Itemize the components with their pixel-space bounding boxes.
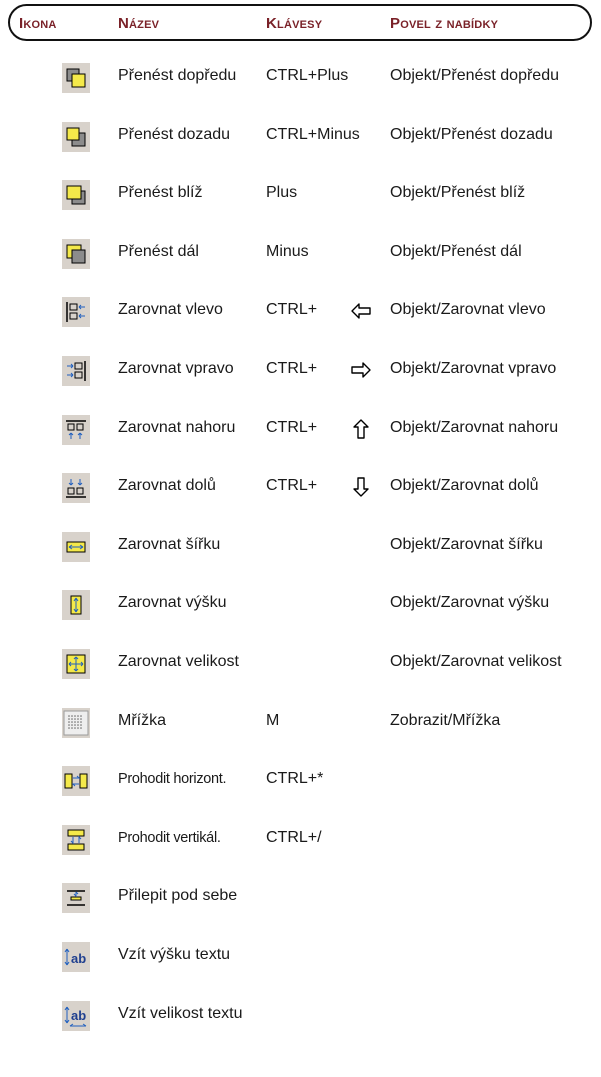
command-name: Zarovnat šířku <box>118 535 221 553</box>
header-icon: Ikona <box>19 15 57 32</box>
command-name: Prohodit vertikál. <box>118 829 221 846</box>
shortcut-keys: Plus <box>266 184 298 202</box>
header-menu: Povel z nabídky <box>390 15 499 32</box>
svg-text:ab: ab <box>71 1008 86 1023</box>
command-name: Zarovnat vpravo <box>118 360 234 377</box>
menu-command: Objekt/Přenést dopředu <box>390 67 559 84</box>
text-height-icon: ab <box>62 942 90 972</box>
shortcut-keys: CTRL+ <box>266 418 318 436</box>
command-name: Prohodit horizont. <box>118 771 227 788</box>
table-row: Zarovnat velikost Objekt/Zarovnat velikos… <box>0 644 601 690</box>
command-name: Vzít velikost textu <box>118 1004 243 1022</box>
menu-command: Objekt/Zarovnat výšku <box>390 594 550 612</box>
command-name: Přenést blíž <box>118 184 203 202</box>
table-row: Přenést blíž Plus Objekt/Přenést blíž <box>0 175 601 221</box>
command-name: Přenést dál <box>118 242 199 260</box>
table-row: Přenést dopředu CTRL+Plus Objekt/Přenést d… <box>0 58 601 104</box>
shortcut-keys: M <box>266 711 280 729</box>
arrow-left-icon <box>350 300 372 322</box>
shortcut-keys: CTRL+ <box>266 477 318 495</box>
shortcut-keys: CTRL+ <box>266 360 318 377</box>
arrow-right-icon <box>350 359 372 381</box>
menu-command: Objekt/Zarovnat vpravo <box>390 360 557 377</box>
table-row: Přenést dál Minus Objekt/Přenést dál <box>0 234 601 280</box>
align-right-icon <box>62 356 90 386</box>
table-row: Prohodit vertikál. CTRL+/ <box>0 820 601 866</box>
align-left-icon <box>62 297 90 328</box>
bring-forward-icon <box>62 63 90 93</box>
table-row: Zarovnat dolů CTRL+ Objekt/Zarovnat dolů <box>0 468 601 514</box>
table-row: ab Vzít velikost textu <box>0 996 601 1042</box>
grid-icon <box>62 707 90 738</box>
swap-vertical-icon <box>62 824 90 855</box>
menu-command: Objekt/Zarovnat velikost <box>390 653 562 670</box>
table-row: Zarovnat vlevo CTRL+ Objekt/Zarovnat vlevo <box>0 292 601 338</box>
svg-text:ab: ab <box>71 951 86 966</box>
stack-below-icon <box>62 883 90 914</box>
command-name: Zarovnat velikost <box>118 653 239 670</box>
send-backward-icon <box>62 121 90 152</box>
command-name: Přenést dopředu <box>118 67 237 84</box>
match-size-icon <box>62 649 90 679</box>
command-name: Mřížka <box>118 711 166 729</box>
table-row: Mřížka M Zobrazit/Mřížka <box>0 703 601 749</box>
menu-command: Zobrazit/Mřížka <box>390 711 501 729</box>
shortcut-keys: CTRL+Plus <box>266 67 349 84</box>
command-name: Zarovnat výšku <box>118 594 227 612</box>
shortcut-keys: Minus <box>266 242 309 260</box>
header-keys: Klávesy <box>266 15 323 32</box>
align-bottom-icon <box>62 473 90 504</box>
menu-command: Objekt/Zarovnat vlevo <box>390 301 546 319</box>
send-further-icon <box>62 238 90 269</box>
text-size-icon: ab <box>62 1000 90 1031</box>
shortcut-keys: CTRL+ <box>266 301 318 319</box>
command-name: Zarovnat vlevo <box>118 301 223 319</box>
command-name: Vzít výšku textu <box>118 946 231 963</box>
swap-horizontal-icon <box>62 766 90 797</box>
shortcut-keys: CTRL+Minus <box>266 125 360 143</box>
bring-closer-icon <box>62 180 90 211</box>
match-height-icon <box>62 590 90 621</box>
table-row: Zarovnat nahoru CTRL+ Objekt/Zarovnat naho… <box>0 410 601 456</box>
shortcut-keys: CTRL+/ <box>266 828 322 846</box>
menu-command: Objekt/Zarovnat dolů <box>390 477 539 495</box>
table-row: ab Vzít výšku textu <box>0 937 601 983</box>
match-width-icon <box>62 531 90 562</box>
align-top-icon <box>62 414 90 445</box>
command-name: Přilepit pod sebe <box>118 887 238 905</box>
menu-command: Objekt/Přenést dozadu <box>390 125 553 143</box>
menu-command: Objekt/Přenést blíž <box>390 184 526 202</box>
table-row: Přilepit pod sebe <box>0 878 601 924</box>
header-name: Název <box>118 15 160 32</box>
table-row: Prohodit horizont. CTRL+* <box>0 761 601 807</box>
table-row: Zarovnat šířku Objekt/Zarovnat šířku <box>0 527 601 573</box>
table-row: Přenést dozadu CTRL+Minus Objekt/Přenést d… <box>0 117 601 163</box>
table-row: Zarovnat vpravo CTRL+ Objekt/Zarovnat vpra… <box>0 351 601 397</box>
command-name: Zarovnat dolů <box>118 477 216 495</box>
command-name: Zarovnat nahoru <box>118 418 236 436</box>
table-row: Zarovnat výšku Objekt/Zarovnat výšku <box>0 585 601 631</box>
arrow-down-icon <box>350 476 372 498</box>
arrow-up-icon <box>350 418 372 440</box>
command-name: Přenést dozadu <box>118 125 231 143</box>
menu-command: Objekt/Přenést dál <box>390 242 522 260</box>
menu-command: Objekt/Zarovnat šířku <box>390 535 543 553</box>
shortcut-keys: CTRL+* <box>266 770 324 788</box>
menu-command: Objekt/Zarovnat nahoru <box>390 418 559 436</box>
